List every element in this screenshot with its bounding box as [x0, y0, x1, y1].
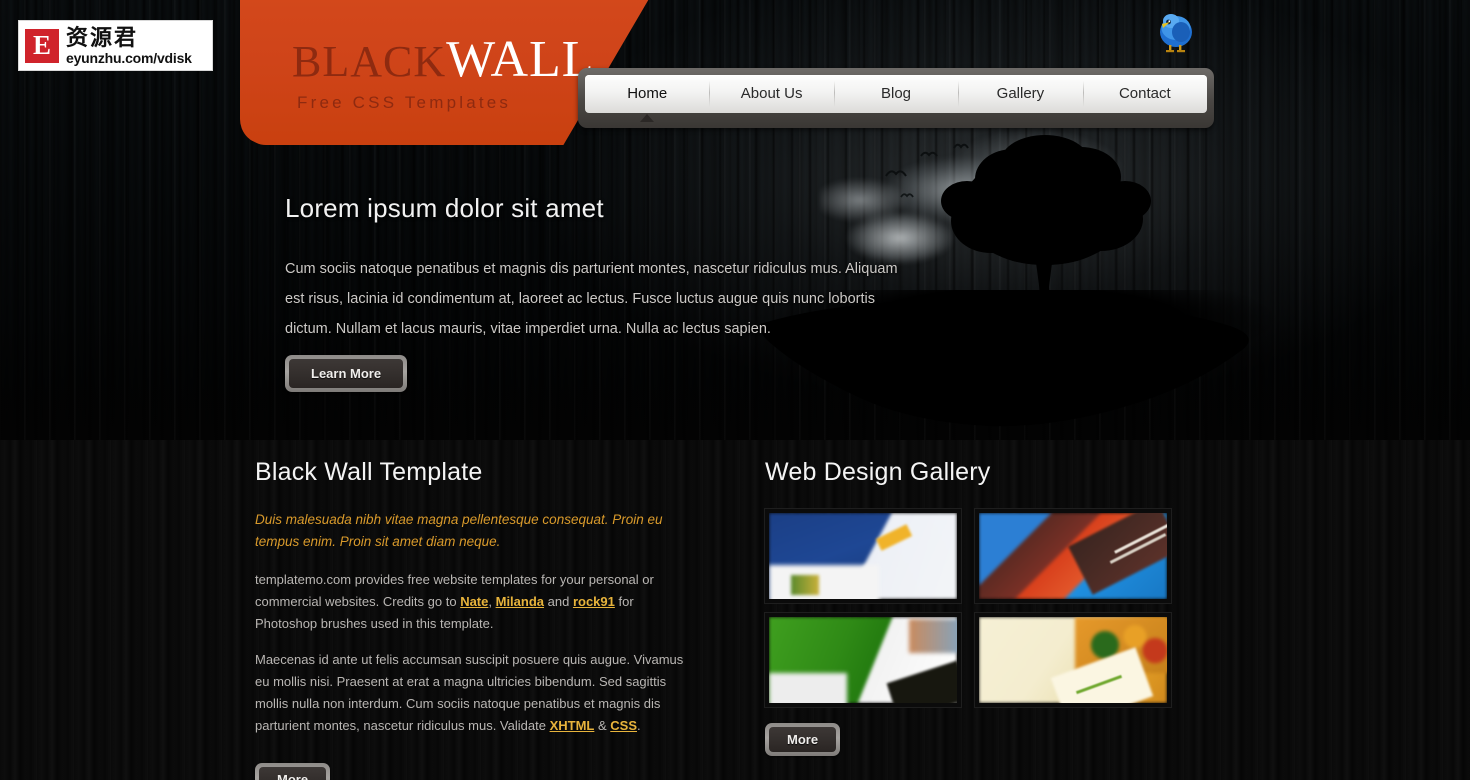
twitter-bird-icon[interactable]: [1153, 8, 1199, 56]
nav-label: Gallery: [996, 85, 1045, 102]
watermark-text: 资源君 eyunzhu.com/vdisk: [66, 24, 192, 66]
right-content-column: Web Design Gallery More: [764, 458, 1185, 756]
credit-link-nate[interactable]: Nate: [460, 594, 488, 609]
nav-active-arrow-icon: [640, 114, 655, 122]
watermark-logo: E 资源君 eyunzhu.com/vdisk: [18, 20, 213, 71]
learn-more-button[interactable]: Learn More: [285, 355, 408, 392]
validate-link-css[interactable]: CSS: [610, 718, 637, 733]
gallery-thumb-cream-food[interactable]: [974, 612, 1172, 708]
nav-item-home[interactable]: Home: [585, 75, 709, 122]
left-column-paragraph-2: Maecenas id ante ut felis accumsan susci…: [255, 649, 695, 737]
nav-item-about-us[interactable]: About Us: [709, 75, 833, 113]
left-more-button[interactable]: More: [255, 763, 331, 780]
nav-label: Blog: [881, 85, 912, 102]
nav-item-blog[interactable]: Blog: [833, 75, 958, 113]
watermark-cn-label: 资源君: [66, 24, 139, 50]
hero-title: Lorem ipsum dolor sit amet: [285, 193, 604, 223]
credit-link-milanda[interactable]: Milanda: [496, 594, 544, 609]
watermark-url-label: eyunzhu.com/vdisk: [66, 49, 192, 66]
nav-label: About Us: [740, 85, 803, 102]
learn-more-label: Learn More: [289, 359, 404, 388]
gallery-thumb-green-business[interactable]: [764, 612, 962, 708]
gallery-thumb-blue-corporate[interactable]: [764, 508, 962, 604]
para2-post-text: .: [637, 718, 641, 733]
para1-sep-2: and: [544, 594, 573, 609]
page-root: BLACKWALL Free CSS Templates Home About …: [0, 0, 1470, 780]
left-column-title: Black Wall Template: [255, 458, 483, 486]
main-navigation: Home About Us Blog Gallery Contact: [578, 68, 1214, 128]
credit-link-rock91[interactable]: rock91: [573, 594, 615, 609]
para2-sep: &: [594, 718, 611, 733]
gallery-grid: [764, 508, 1185, 708]
left-column-lead: Duis malesuada nibh vitae magna pellente…: [255, 512, 663, 549]
watermark-badge: E: [25, 28, 59, 63]
content-section: Black Wall Template Duis malesuada nibh …: [0, 440, 1470, 780]
para1-sep-1: ,: [488, 594, 496, 609]
gallery-thumb-red-blue-mobile[interactable]: [974, 508, 1172, 604]
nav-inner-bar: Home About Us Blog Gallery Contact: [585, 75, 1207, 122]
nav-label: Home: [627, 85, 668, 102]
left-more-label: More: [259, 767, 327, 780]
validate-link-xhtml[interactable]: XHTML: [550, 718, 595, 733]
hero-paragraph: Cum sociis natoque penatibus et magnis d…: [285, 261, 898, 337]
gallery-more-button[interactable]: More: [765, 723, 841, 756]
hero-text-block: Lorem ipsum dolor sit amet Cum sociis na…: [285, 193, 905, 344]
left-column-paragraph-1: templatemo.com provides free website tem…: [255, 569, 695, 635]
nav-item-gallery[interactable]: Gallery: [958, 75, 1082, 113]
gallery-title: Web Design Gallery: [765, 458, 991, 486]
gallery-more-label: More: [769, 727, 837, 752]
nav-label: Contact: [1118, 85, 1171, 102]
left-content-column: Black Wall Template Duis malesuada nibh …: [255, 458, 695, 780]
nav-item-contact[interactable]: Contact: [1082, 75, 1207, 113]
